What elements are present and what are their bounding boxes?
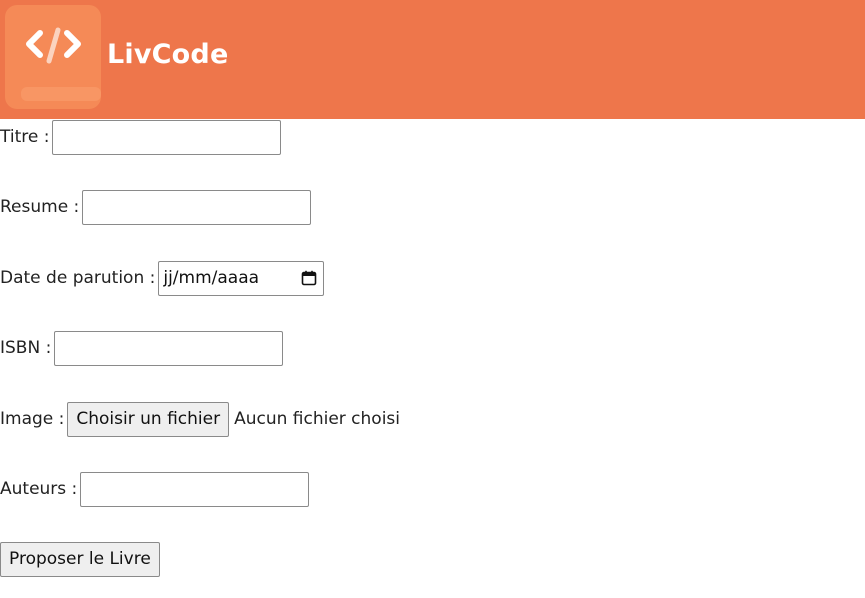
isbn-label: ISBN : [0, 338, 52, 358]
submit-row: Proposer le Livre [0, 541, 160, 577]
titre-input[interactable] [52, 119, 282, 155]
image-row: Image : Choisir un fichier Aucun fichier… [0, 401, 400, 437]
resume-label: Resume : [0, 197, 80, 217]
auteurs-input[interactable] [80, 471, 310, 507]
auteurs-row: Auteurs : [0, 471, 310, 507]
calendar-icon[interactable] [301, 270, 317, 286]
logo [5, 5, 101, 109]
date-placeholder: jj/mm/aaaa [163, 268, 260, 288]
titre-row: Titre : [0, 119, 282, 155]
app-header: LivCode [0, 0, 865, 119]
resume-input[interactable] [82, 189, 312, 225]
auteurs-label: Auteurs : [0, 479, 78, 499]
app-title: LivCode [107, 39, 229, 70]
titre-label: Titre : [0, 127, 50, 147]
date-label: Date de parution : [0, 268, 156, 288]
isbn-row: ISBN : [0, 330, 284, 366]
file-status: Aucun fichier choisi [234, 409, 401, 429]
date-input[interactable]: jj/mm/aaaa [158, 260, 325, 296]
image-label: Image : [0, 409, 65, 429]
submit-button[interactable]: Proposer le Livre [0, 541, 160, 577]
choose-file-button[interactable]: Choisir un fichier [67, 401, 230, 437]
code-icon [5, 5, 101, 109]
date-row: Date de parution : jj/mm/aaaa [0, 260, 325, 296]
isbn-input[interactable] [54, 330, 284, 366]
resume-row: Resume : [0, 189, 312, 225]
